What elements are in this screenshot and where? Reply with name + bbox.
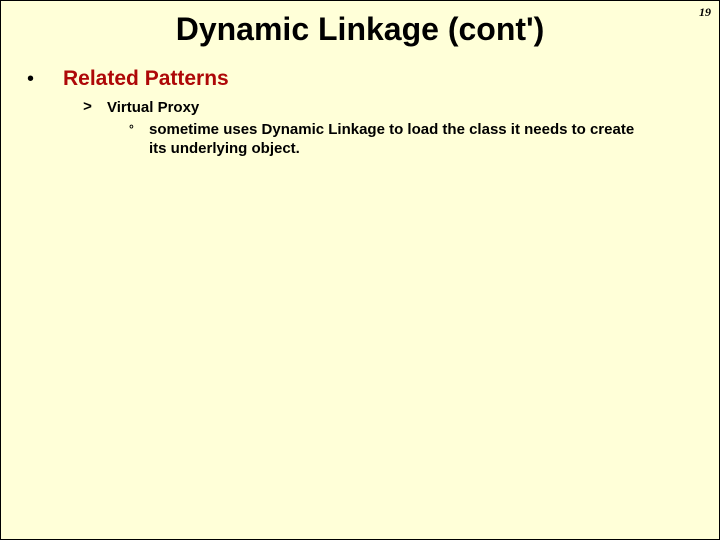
bullet-marker: > bbox=[83, 98, 107, 118]
slide-body: • Related Patterns > Virtual Proxy ° som… bbox=[1, 66, 719, 158]
bullet-level-1: • Related Patterns bbox=[25, 66, 699, 92]
bullet-text: Related Patterns bbox=[63, 66, 229, 92]
bullet-level-3: ° sometime uses Dynamic Linkage to load … bbox=[129, 120, 699, 158]
bullet-text: Virtual Proxy bbox=[107, 98, 199, 118]
bullet-marker: • bbox=[25, 66, 63, 92]
bullet-text: sometime uses Dynamic Linkage to load th… bbox=[149, 120, 649, 158]
slide: 19 Dynamic Linkage (cont') • Related Pat… bbox=[0, 0, 720, 540]
bullet-marker: ° bbox=[129, 120, 149, 139]
bullet-level-2: > Virtual Proxy bbox=[83, 98, 699, 118]
page-number: 19 bbox=[699, 5, 711, 20]
slide-title: Dynamic Linkage (cont') bbox=[1, 11, 719, 48]
